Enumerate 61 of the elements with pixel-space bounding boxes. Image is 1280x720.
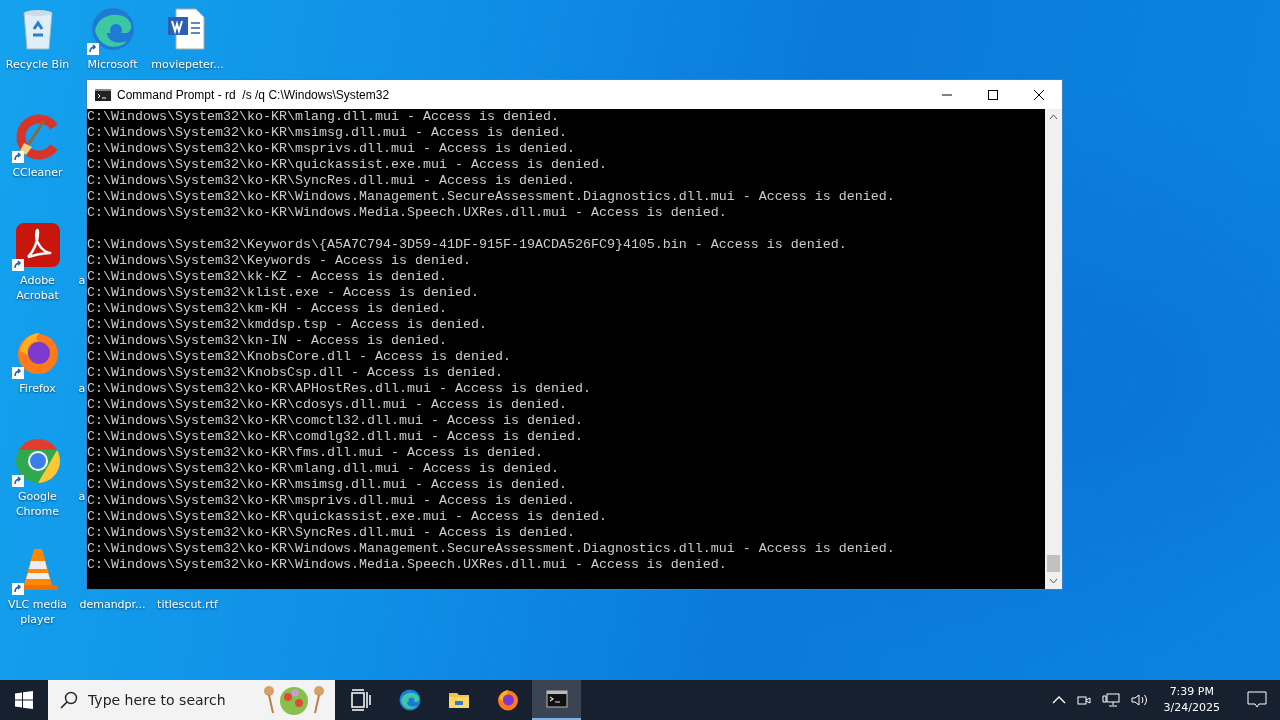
- search-icon: [60, 691, 78, 709]
- task-view-icon: [348, 688, 373, 712]
- desktop-icon-label[interactable]: CCleaner: [0, 165, 75, 180]
- salad-bowl-icon: [261, 683, 327, 717]
- console-line: C:\Windows\System32\ko-KR\Windows.Management.SecureAssessment.Diagnostics.dll.mui - Access is denied.: [87, 189, 895, 205]
- desktop-icon-label[interactable]: Google Chrome: [0, 489, 75, 519]
- desktop-icon-label[interactable]: demandpr...: [75, 597, 150, 612]
- console-line: C:\Windows\System32\km-KH - Access is denied.: [87, 301, 447, 317]
- console-line: C:\Windows\System32\ko-KR\msimsg.dll.mui - Access is denied.: [87, 477, 567, 493]
- acrobat-icon: [13, 221, 62, 269]
- console-line: C:\Windows\System32\ko-KR\cdosys.dll.mui - Access is denied.: [87, 397, 567, 413]
- clock[interactable]: 7:39 PM 3/24/2025: [1159, 684, 1224, 716]
- console-line: C:\Windows\System32\ko-KR\Windows.Media.Speech.UXRes.dll.mui - Access is denied.: [87, 557, 727, 573]
- console-line: C:\Windows\System32\ko-KR\msprivs.dll.mui - Access is denied.: [87, 493, 575, 509]
- console-line: C:\Windows\System32\Keywords - Access is denied.: [87, 253, 471, 269]
- console-line: C:\Windows\System32\ko-KR\quickassist.exe.mui - Access is denied.: [87, 509, 607, 525]
- console-line: C:\Windows\System32\ko-KR\comdlg32.dll.mui - Access is denied.: [87, 429, 583, 445]
- search-field[interactable]: Type here to search: [86, 691, 253, 709]
- console-line: C:\Windows\System32\kn-IN - Access is denied.: [87, 333, 447, 349]
- search-bar[interactable]: Type here to search: [48, 680, 335, 720]
- desktop-icon-label[interactable]: Firefox: [0, 381, 75, 396]
- console-line: C:\Windows\System32\ko-KR\fms.dll.mui - Access is denied.: [87, 445, 543, 461]
- console-line: C:\Windows\System32\ko-KR\Windows.Management.SecureAssessment.Diagnostics.dll.mui - Access is denied.: [87, 541, 895, 557]
- desktop-icon-label[interactable]: Microsoft: [75, 57, 150, 72]
- windows-logo-icon: [15, 691, 33, 709]
- console-line: C:\Windows\System32\ko-KR\mlang.dll.mui - Access is denied.: [87, 109, 559, 125]
- close-icon: [1034, 89, 1044, 100]
- desktop-icon-label[interactable]: titlescut.rtf: [150, 597, 225, 612]
- desktop-icon-label[interactable]: Adobe Acrobat: [0, 273, 75, 303]
- console-line: C:\Windows\System32\ko-KR\msimsg.dll.mui - Access is denied.: [87, 125, 567, 141]
- terminal-icon: [95, 88, 111, 101]
- maximize-icon: [988, 89, 998, 100]
- scroll-thumb[interactable]: [1047, 555, 1060, 572]
- volume-icon[interactable]: [1129, 692, 1150, 708]
- console-line: C:\Windows\System32\KnobsCore.dll - Access is denied.: [87, 349, 511, 365]
- console-line: C:\Windows\System32\ko-KR\comctl32.dll.mui - Access is denied.: [87, 413, 583, 429]
- desktop-icon-label[interactable]: VLC media player: [0, 597, 75, 627]
- console-line: C:\Windows\System32\ko-KR\mlang.dll.mui - Access is denied.: [87, 461, 559, 477]
- console-line: C:\Windows\System32\kk-KZ - Access is denied.: [87, 269, 447, 285]
- console-line: C:\Windows\System32\ko-KR\Windows.Media.Speech.UXRes.dll.mui - Access is denied.: [87, 205, 727, 221]
- taskbar-app-button[interactable]: [532, 680, 581, 720]
- console-line: C:\Windows\System32\kmddsp.tsp - Access is denied.: [87, 317, 487, 333]
- firefox-icon: [495, 688, 520, 712]
- console-line: C:\Windows\System32\klist.exe - Access is denied.: [87, 285, 479, 301]
- console-line: C:\Windows\System32\ko-KR\msprivs.dll.mui - Access is denied.: [87, 141, 575, 157]
- desktop-icon-label[interactable]: moviepeter...: [150, 57, 225, 72]
- console-line: C:\Windows\System32\ko-KR\APHostRes.dll.mui - Access is denied.: [87, 381, 591, 397]
- console-line: C:\Windows\System32\Keywords\{A5A7C794-3D59-41DF-915F-19ACDA526FC9}4105.bin - Access is denied.: [87, 237, 847, 253]
- terminal-icon: [544, 687, 569, 711]
- desktop-icon-label[interactable]: Recycle Bin: [0, 57, 75, 72]
- edge-icon: [397, 688, 422, 712]
- chevron-up-icon[interactable]: [1051, 695, 1066, 705]
- scrollbar[interactable]: [1045, 109, 1062, 589]
- console-line: C:\Windows\System32\ko-KR\quickassist.exe.mui - Access is denied.: [87, 157, 607, 173]
- console-line: C:\Windows\System32\KnobsCsp.dll - Access is denied.: [87, 365, 503, 381]
- network-icon[interactable]: [1101, 692, 1120, 708]
- console-line: C:\Windows\System32\ko-KR\SyncRes.dll.mui - Access is denied.: [87, 173, 575, 189]
- chrome-icon: [13, 437, 62, 485]
- speech-bubble-icon: [1247, 691, 1267, 709]
- window-title: Command Prompt - rd /s /q C:\Windows\System32: [117, 87, 391, 102]
- console-line: C:\Windows\System32\ko-KR\SyncRes.dll.mui - Access is denied.: [87, 525, 575, 541]
